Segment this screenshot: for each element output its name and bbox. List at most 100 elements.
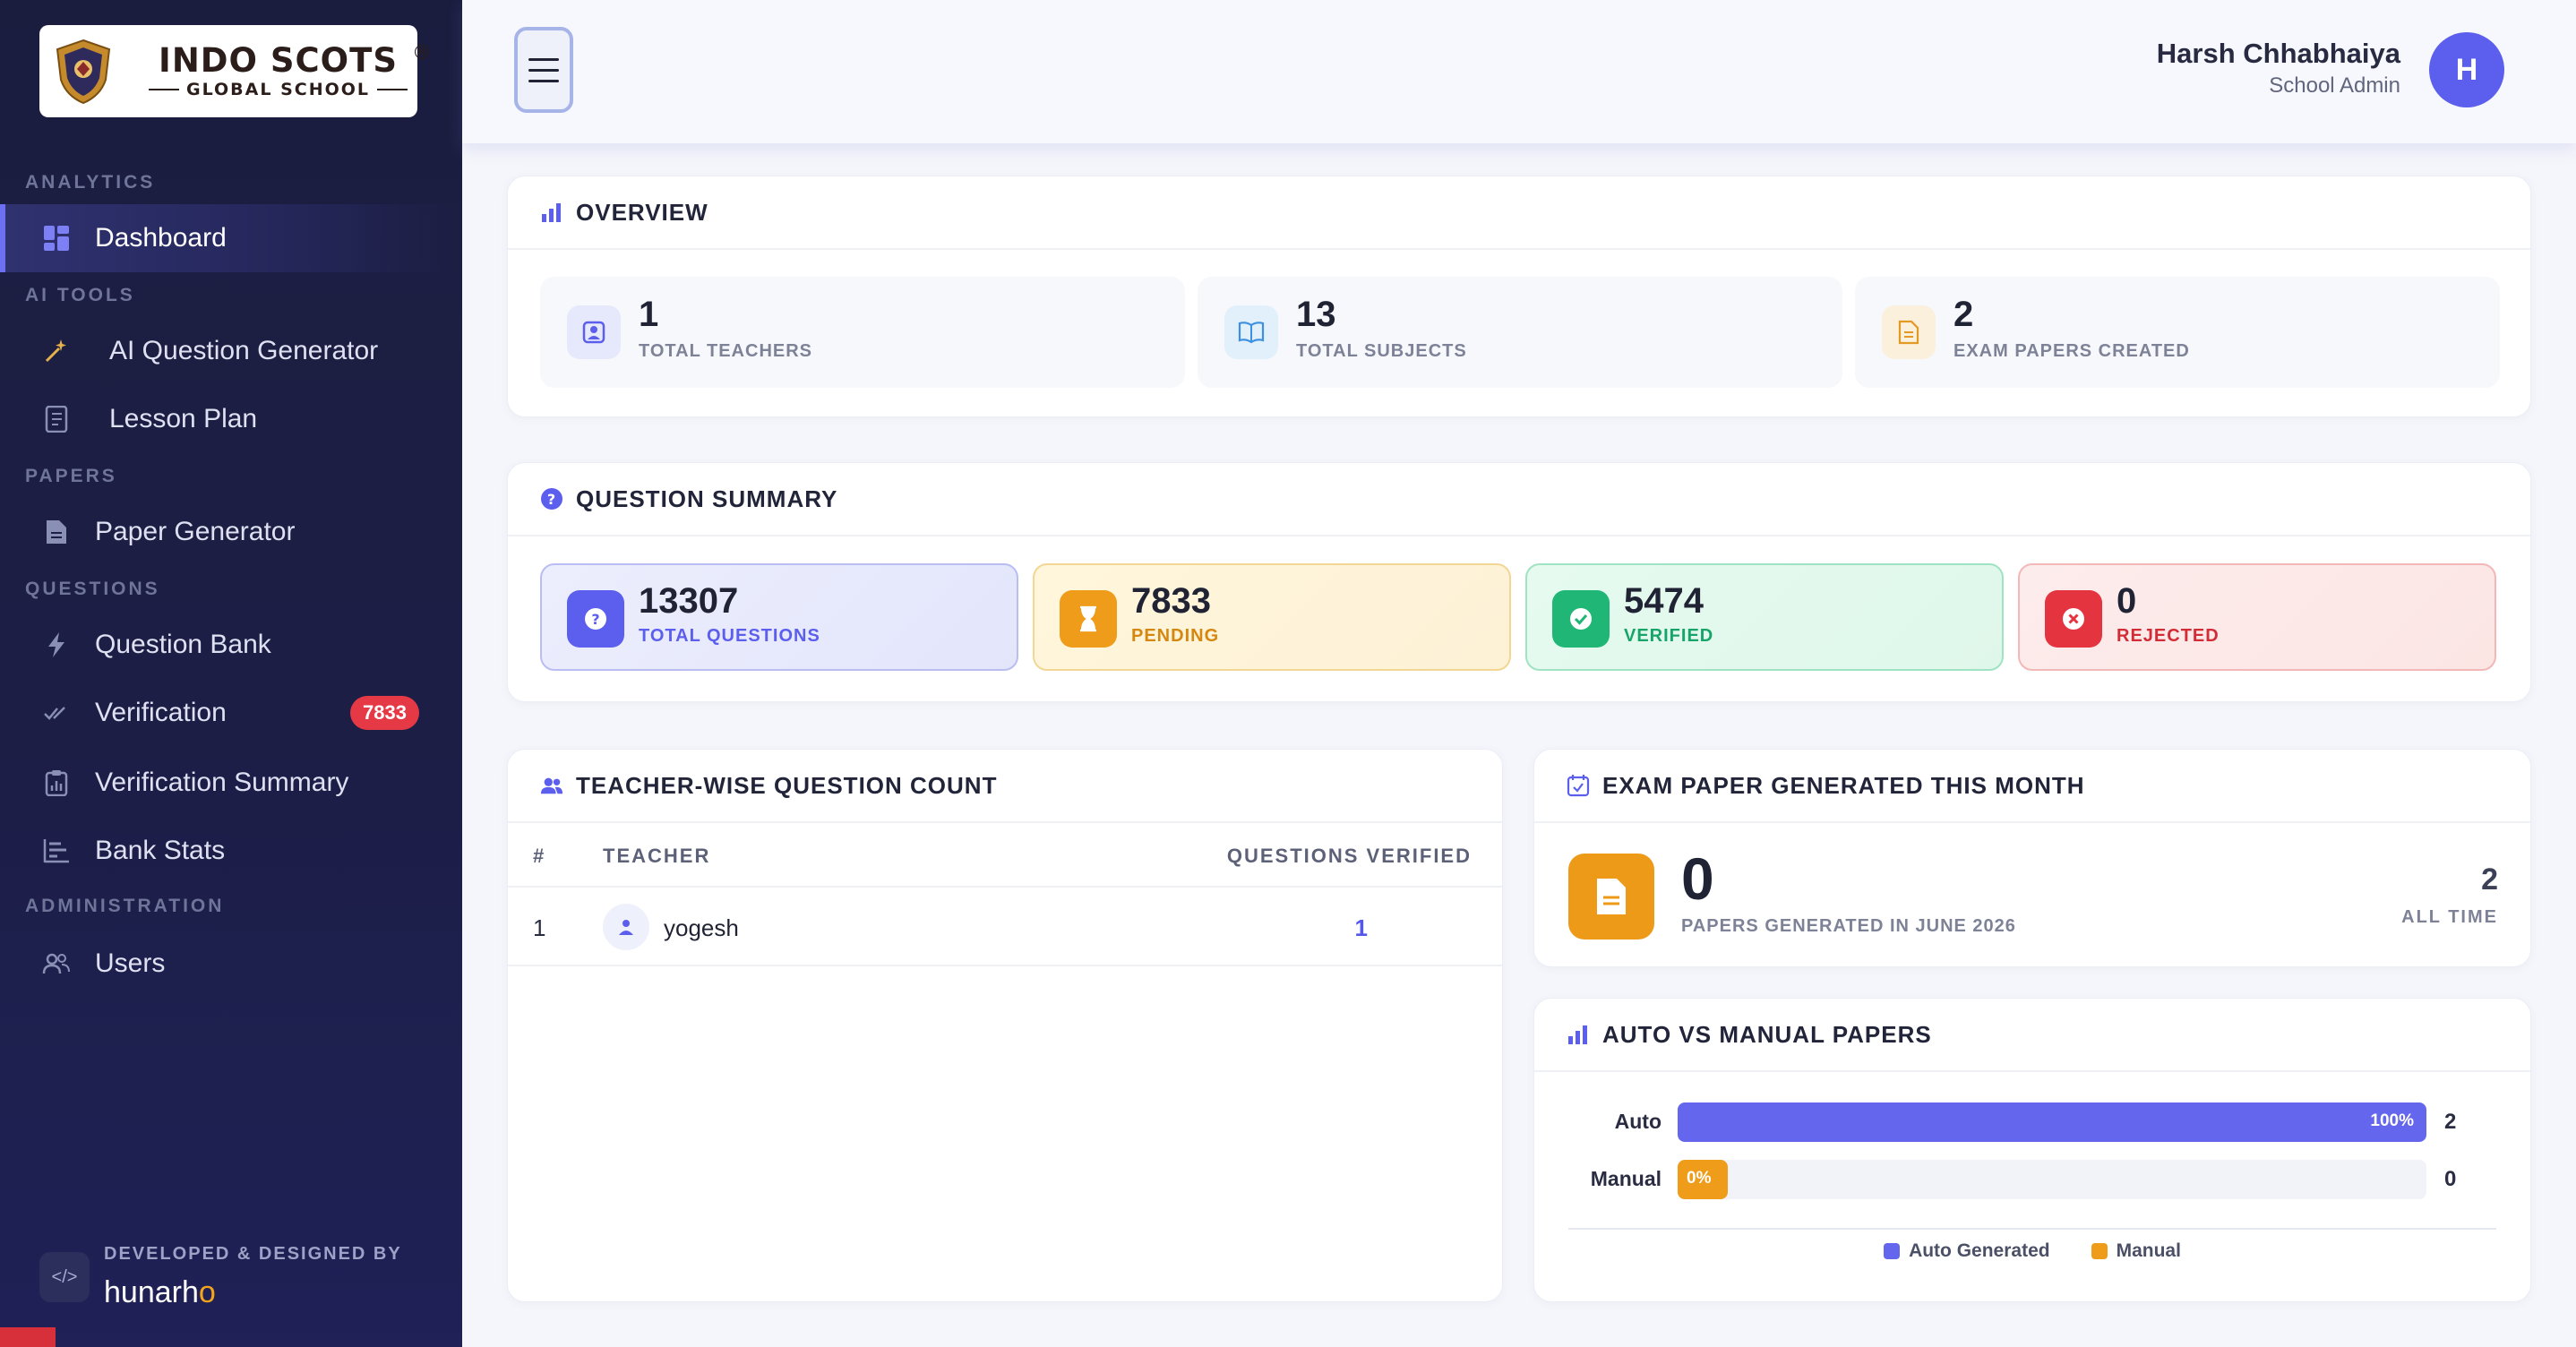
- bar-value: 0: [2444, 1167, 2457, 1191]
- divider: [1568, 1228, 2496, 1230]
- hourglass-icon: [1060, 590, 1117, 648]
- svg-text:?: ?: [591, 611, 599, 628]
- column-index: #: [533, 845, 546, 867]
- stat-label: EXAM PAPERS CREATED: [1953, 341, 2190, 361]
- overview-card: OVERVIEW 1 TOTAL TEACHERS 13 TOTAL SUBJE…: [507, 176, 2531, 417]
- sidebar: INDO SCOTS ® GLOBAL SCHOOL ANALYTICS Dash…: [0, 0, 462, 1347]
- section-label-administration: ADMINISTRATION: [25, 896, 225, 916]
- stat-label: PENDING: [1131, 626, 1220, 646]
- legend-swatch: [2091, 1243, 2108, 1259]
- sidebar-item-label: Verification: [95, 698, 227, 727]
- section-label-ai-tools: AI TOOLS: [25, 285, 135, 305]
- exam-paper-month-card: EXAM PAPER GENERATED THIS MONTH 0 PAPERS…: [1533, 749, 2531, 967]
- overview-header: OVERVIEW: [508, 176, 2530, 250]
- sidebar-item-ai-question-generator[interactable]: AI Question Generator: [0, 317, 462, 385]
- legend-item-auto[interactable]: Auto Generated: [1884, 1240, 2050, 1262]
- bar-chart-icon: [540, 201, 563, 224]
- stat-label: VERIFIED: [1624, 626, 1714, 646]
- stat-label: REJECTED: [2117, 626, 2220, 646]
- questions-verified-count: 1: [1354, 914, 1368, 941]
- sidebar-item-users[interactable]: Users: [0, 930, 462, 998]
- table-row[interactable]: 1 yogesh 1: [508, 888, 1502, 966]
- svg-text:?: ?: [547, 491, 556, 508]
- bar-track: 100%: [1678, 1102, 2426, 1142]
- sidebar-item-label: Question Bank: [95, 630, 271, 659]
- sidebar-item-bank-stats[interactable]: Bank Stats: [0, 817, 462, 885]
- papers-this-month-label: PAPERS GENERATED IN JUNE 2026: [1681, 916, 2016, 936]
- section-label-papers: PAPERS: [25, 466, 117, 486]
- papers-this-month-value: 0: [1681, 845, 1714, 912]
- user-avatar[interactable]: H: [2429, 32, 2504, 107]
- stat-exam-papers: 2 EXAM PAPERS CREATED: [1855, 277, 2500, 388]
- sidebar-item-label: Dashboard: [95, 223, 227, 253]
- crest-icon: [56, 39, 111, 104]
- calendar-check-icon: [1567, 774, 1590, 797]
- sidebar-item-label: Bank Stats: [95, 836, 226, 865]
- top-header: Harsh Chhabhaiya School Admin H: [462, 0, 2576, 143]
- question-summary-header: ? QUESTION SUMMARY: [508, 463, 2530, 536]
- users-icon: [41, 948, 72, 979]
- chart-legend: Auto Generated Manual: [1534, 1240, 2530, 1262]
- x-circle-icon: [2045, 590, 2102, 648]
- exam-paper-title: EXAM PAPER GENERATED THIS MONTH: [1602, 771, 2085, 799]
- legend-item-manual[interactable]: Manual: [2091, 1240, 2181, 1262]
- book-icon: [1224, 305, 1278, 359]
- sidebar-item-label: Paper Generator: [95, 517, 296, 546]
- sidebar-item-dashboard[interactable]: Dashboard: [0, 204, 462, 272]
- stat-value: 0: [2117, 581, 2137, 621]
- question-circle-icon: ?: [540, 487, 563, 510]
- stat-value: 1: [639, 295, 659, 334]
- question-icon: ?: [567, 590, 624, 648]
- stat-value: 13: [1296, 295, 1336, 334]
- all-time-value: 2: [2481, 862, 2498, 897]
- logo-text: INDO SCOTS ® GLOBAL SCHOOL: [149, 42, 432, 100]
- dashboard-icon: [41, 223, 72, 253]
- sidebar-item-paper-generator[interactable]: Paper Generator: [0, 498, 462, 566]
- developer-brand[interactable]: hunarho: [104, 1275, 216, 1310]
- teacher-wise-card: TEACHER-WISE QUESTION COUNT # TEACHER QU…: [507, 749, 1503, 1302]
- stat-rejected[interactable]: 0 REJECTED: [2018, 563, 2496, 671]
- teacher-icon: [567, 305, 621, 359]
- stat-label: TOTAL SUBJECTS: [1296, 341, 1467, 361]
- sidebar-item-verification[interactable]: Verification 7833: [0, 679, 462, 747]
- teacher-wise-header: TEACHER-WISE QUESTION COUNT: [508, 750, 1502, 823]
- row-index: 1: [533, 914, 546, 941]
- auto-vs-manual-header: AUTO VS MANUAL PAPERS: [1534, 999, 2530, 1072]
- stat-pending[interactable]: 7833 PENDING: [1033, 563, 1511, 671]
- bar-track: 0%: [1678, 1160, 2426, 1199]
- paper-icon: [1568, 854, 1654, 939]
- bar-label: Auto: [1614, 1110, 1662, 1133]
- legend-swatch: [1884, 1243, 1901, 1259]
- stat-value: 2: [1953, 295, 1974, 334]
- sidebar-item-label: Verification Summary: [95, 768, 349, 797]
- clipboard-chart-icon: [41, 768, 72, 798]
- users-icon: [540, 774, 563, 797]
- verification-count-badge: 7833: [350, 696, 419, 730]
- table-header: # TEACHER QUESTIONS VERIFIED: [508, 823, 1502, 888]
- user-role: School Admin: [2269, 73, 2400, 98]
- question-summary-card: ? QUESTION SUMMARY ? 13307 TOTAL QUESTIO…: [507, 462, 2531, 702]
- sidebar-item-label: AI Question Generator: [109, 336, 379, 365]
- stat-verified[interactable]: 5474 VERIFIED: [1525, 563, 2004, 671]
- bar-chart-icon: [1567, 1023, 1590, 1046]
- auto-vs-manual-title: AUTO VS MANUAL PAPERS: [1602, 1020, 1932, 1048]
- stat-value: 7833: [1131, 581, 1211, 621]
- stat-total-questions[interactable]: ? 13307 TOTAL QUESTIONS: [540, 563, 1018, 671]
- sidebar-item-question-bank[interactable]: Question Bank: [0, 611, 462, 679]
- bar-fill-auto: 100%: [1678, 1102, 2426, 1142]
- double-check-icon: [41, 698, 72, 728]
- sidebar-item-verification-summary[interactable]: Verification Summary: [0, 749, 462, 817]
- teacher-wise-title: TEACHER-WISE QUESTION COUNT: [576, 771, 998, 799]
- lightning-icon: [41, 630, 72, 660]
- bar-list-icon: [41, 836, 72, 866]
- user-name: Harsh Chhabhaiya: [2156, 38, 2400, 69]
- sidebar-item-lesson-plan[interactable]: Lesson Plan: [0, 385, 462, 453]
- question-summary-title: QUESTION SUMMARY: [576, 485, 838, 512]
- file-text-icon: [1882, 305, 1936, 359]
- bar-row-manual: Manual 0% 0: [1534, 1160, 2530, 1199]
- section-label-analytics: ANALYTICS: [25, 172, 156, 193]
- corner-indicator: [0, 1327, 56, 1347]
- school-logo[interactable]: INDO SCOTS ® GLOBAL SCHOOL: [39, 25, 432, 117]
- menu-toggle-button[interactable]: [514, 27, 573, 113]
- exam-paper-header: EXAM PAPER GENERATED THIS MONTH: [1534, 750, 2530, 823]
